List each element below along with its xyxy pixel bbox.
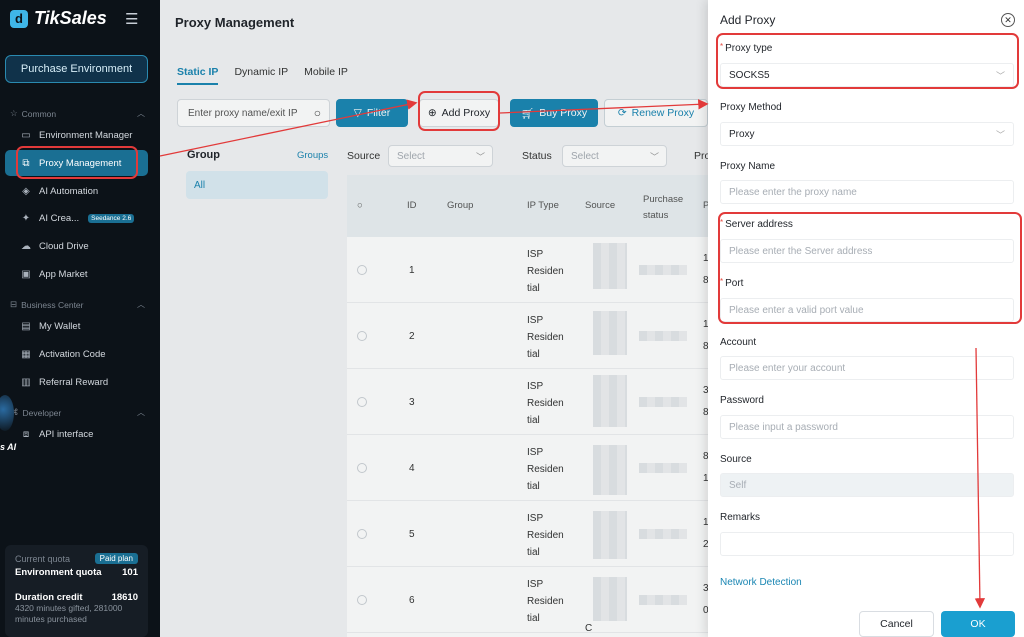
arrow-add-to-drawer bbox=[499, 99, 709, 114]
arrow-sidebar-to-add bbox=[159, 99, 418, 157]
arrow-to-ok bbox=[974, 347, 986, 609]
annotation-arrows bbox=[159, 99, 986, 609]
